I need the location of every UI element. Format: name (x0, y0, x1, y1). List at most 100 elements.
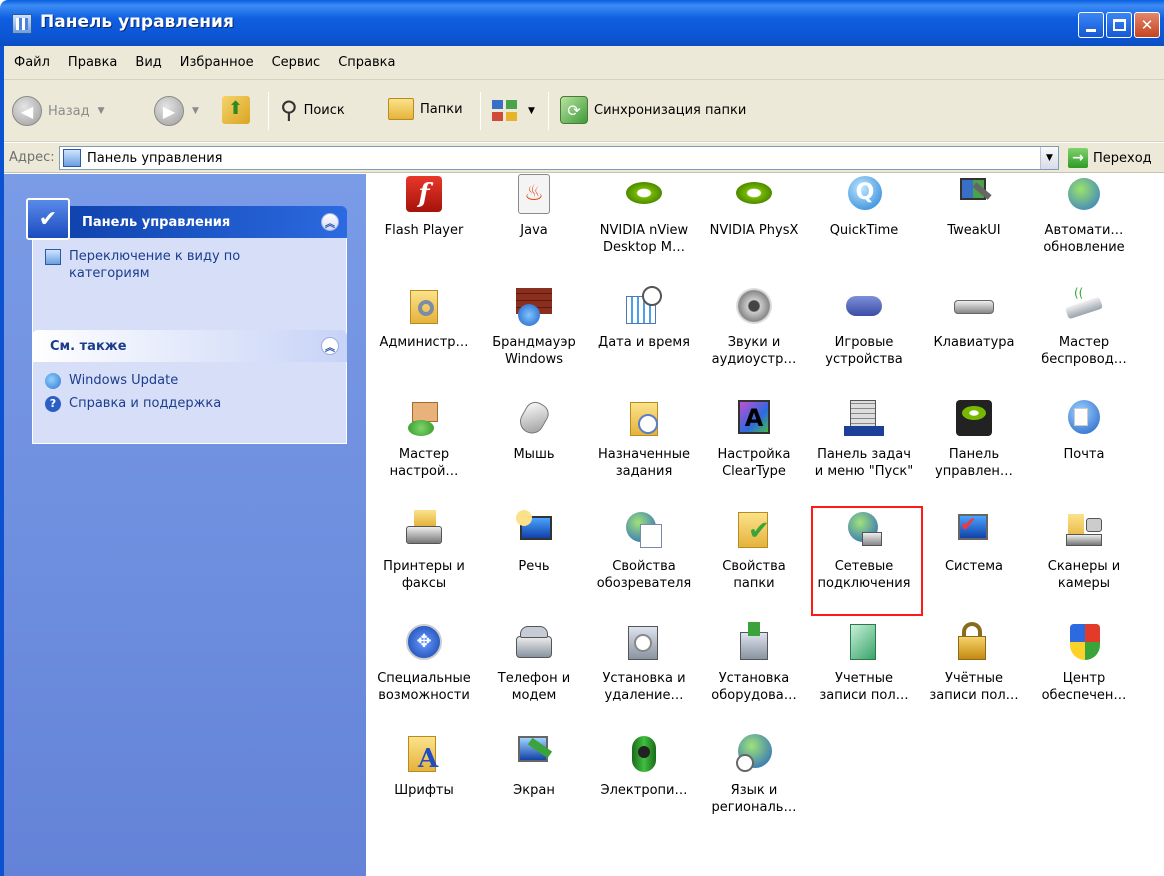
menu-edit[interactable]: Правка (59, 55, 126, 70)
control-panel-item[interactable]: Игровые устройства (809, 286, 919, 368)
control-panel-item-label: Клавиатура (933, 335, 1015, 350)
control-panel-item[interactable]: NVIDIA PhysX (699, 174, 809, 239)
menu-file[interactable]: Файл (4, 55, 59, 70)
see-also-title: См. также (50, 338, 127, 354)
control-panel-item[interactable]: A Настройка ClearType (699, 398, 809, 480)
control-panel-item[interactable]: Q QuickTime (809, 174, 919, 239)
close-button[interactable]: ✕ (1134, 12, 1160, 38)
control-panel-item[interactable]: ✔ Свойства папки (699, 510, 809, 592)
control-panel-item[interactable]: Электропи… (589, 734, 699, 799)
control-panel-item[interactable]: Дата и время (589, 286, 699, 351)
control-panel-item[interactable]: ✥ Специальные возможности (369, 622, 479, 704)
control-panel-item[interactable]: Телефон и модем (479, 622, 589, 704)
help-and-support-label: Справка и поддержка (69, 396, 222, 411)
system-icon: ✔ (954, 510, 994, 550)
firewall-icon (514, 286, 554, 326)
control-panel-item[interactable]: Мышь (479, 398, 589, 463)
control-panel-item[interactable]: Клавиатура (919, 286, 1029, 351)
control-panel-item[interactable]: A Шрифты (369, 734, 479, 799)
control-panel-item[interactable]: Речь (479, 510, 589, 575)
control-panel-item[interactable]: f Flash Player (369, 174, 479, 239)
control-panel-item[interactable]: Принтеры и факсы (369, 510, 479, 592)
control-panel-item[interactable]: Администр… (369, 286, 479, 351)
toolbar-separator (480, 92, 481, 130)
quicktime-icon: Q (844, 174, 884, 214)
control-panel-item-label: Принтеры и факсы (383, 559, 465, 591)
control-panel-item[interactable]: Звуки и аудиоустр… (699, 286, 809, 368)
menu-view[interactable]: Вид (126, 55, 170, 70)
menu-favorites[interactable]: Избранное (171, 55, 263, 70)
see-also-section-header[interactable]: См. также ︽ (32, 330, 347, 362)
control-panel-item-label: Брандмауэр Windows (492, 335, 576, 367)
forward-button[interactable]: ▶ ▼ (154, 96, 199, 126)
control-panel-item[interactable]: Центр обеспечен… (1029, 622, 1139, 704)
windows-update-link[interactable]: Windows Update (45, 372, 334, 389)
control-panel-item[interactable]: ✔ Система (919, 510, 1029, 575)
switch-to-category-view-link[interactable]: Переключение к виду по категориям (45, 248, 334, 282)
control-panel-item-label: Учётные записи пол… (929, 671, 1019, 703)
control-panel-window-icon[interactable] (12, 14, 32, 34)
minimize-button[interactable] (1078, 12, 1104, 38)
control-panel-item[interactable]: ♨ Java (479, 174, 589, 239)
control-panel-item[interactable]: Панель задач и меню "Пуск" (809, 398, 919, 480)
control-panel-item[interactable]: Установка оборудова… (699, 622, 809, 704)
address-dropdown-icon[interactable]: ▼ (1040, 147, 1058, 169)
menu-help[interactable]: Справка (329, 55, 404, 70)
up-folder-button[interactable] (222, 96, 250, 124)
forward-dropdown-icon[interactable]: ▼ (192, 106, 199, 116)
keyboard-icon (954, 286, 994, 326)
control-panel-item[interactable]: ((Мастер беспровод… (1029, 286, 1139, 368)
control-panel-item-label: Панель задач и меню "Пуск" (814, 447, 914, 479)
back-dropdown-icon[interactable]: ▼ (98, 106, 105, 116)
flash-icon: f (404, 174, 444, 214)
control-panel-item-label: NVIDIA PhysX (709, 223, 799, 238)
control-panel-item-label: Почта (1063, 447, 1105, 462)
address-input[interactable]: Панель управления ▼ (59, 146, 1059, 170)
sync-folder-button[interactable]: ⟳ Синхронизация папки (560, 96, 746, 124)
go-button[interactable]: → Переход (1068, 146, 1152, 170)
user-accounts-lock-icon (954, 622, 994, 662)
menu-bar: Файл Правка Вид Избранное Сервис Справка (4, 46, 1164, 80)
folder-options-icon: ✔ (734, 510, 774, 550)
control-panel-item-label: Телефон и модем (497, 671, 571, 703)
control-panel-item-label: Дата и время (598, 335, 690, 350)
control-panel-item[interactable]: Брандмауэр Windows (479, 286, 589, 368)
menu-tools[interactable]: Сервис (263, 55, 330, 70)
gamepad-icon (844, 286, 884, 326)
control-panel-item-label: Java (520, 223, 548, 238)
control-panel-item[interactable]: Установка и удаление… (589, 622, 699, 704)
control-panel-item[interactable]: Панель управлен… (919, 398, 1029, 480)
control-panel-item-label: TweakUI (947, 223, 1001, 238)
control-panel-item[interactable]: Учётные записи пол… (919, 622, 1029, 704)
search-button[interactable]: ⚲ Поиск (280, 96, 345, 124)
views-icon (490, 98, 520, 124)
wireless-icon: (( (1064, 286, 1104, 326)
control-panel-item-label: Flash Player (384, 223, 464, 238)
control-panel-item[interactable]: Назначенные задания (589, 398, 699, 480)
control-panel-item-label: Электропи… (600, 783, 688, 798)
control-panel-item[interactable]: Экран (479, 734, 589, 799)
collapse-chevron-icon[interactable]: ︽ (321, 213, 339, 231)
back-button[interactable]: ◀ Назад ▼ (12, 96, 105, 126)
hardware-icon (734, 622, 774, 662)
control-panel-item[interactable]: Сканеры и камеры (1029, 510, 1139, 592)
control-panel-item[interactable]: Учетные записи пол… (809, 622, 919, 704)
views-button[interactable]: ▼ (490, 98, 535, 124)
folders-button[interactable]: Папки (388, 98, 463, 120)
views-dropdown-icon[interactable]: ▼ (528, 106, 535, 116)
control-panel-item[interactable]: NVIDIA nView Desktop M… (589, 174, 699, 256)
collapse-chevron-icon[interactable]: ︽ (321, 337, 339, 355)
regional-icon (734, 734, 774, 774)
control-panel-item[interactable]: Свойства обозревателя (589, 510, 699, 592)
control-panel-item[interactable]: Язык и региональ… (699, 734, 809, 816)
control-panel-section-header[interactable]: ✔ Панель управления ︽ (26, 198, 347, 240)
taskbar-icon (844, 398, 884, 438)
back-label: Назад (48, 103, 90, 119)
maximize-button[interactable] (1106, 12, 1132, 38)
control-panel-item[interactable]: Автомати… обновление (1029, 174, 1139, 256)
mail-icon (1064, 398, 1104, 438)
control-panel-item[interactable]: TweakUI (919, 174, 1029, 239)
help-and-support-link[interactable]: ? Справка и поддержка (45, 395, 334, 412)
control-panel-item[interactable]: Почта (1029, 398, 1139, 463)
control-panel-item[interactable]: Мастер настрой… (369, 398, 479, 480)
